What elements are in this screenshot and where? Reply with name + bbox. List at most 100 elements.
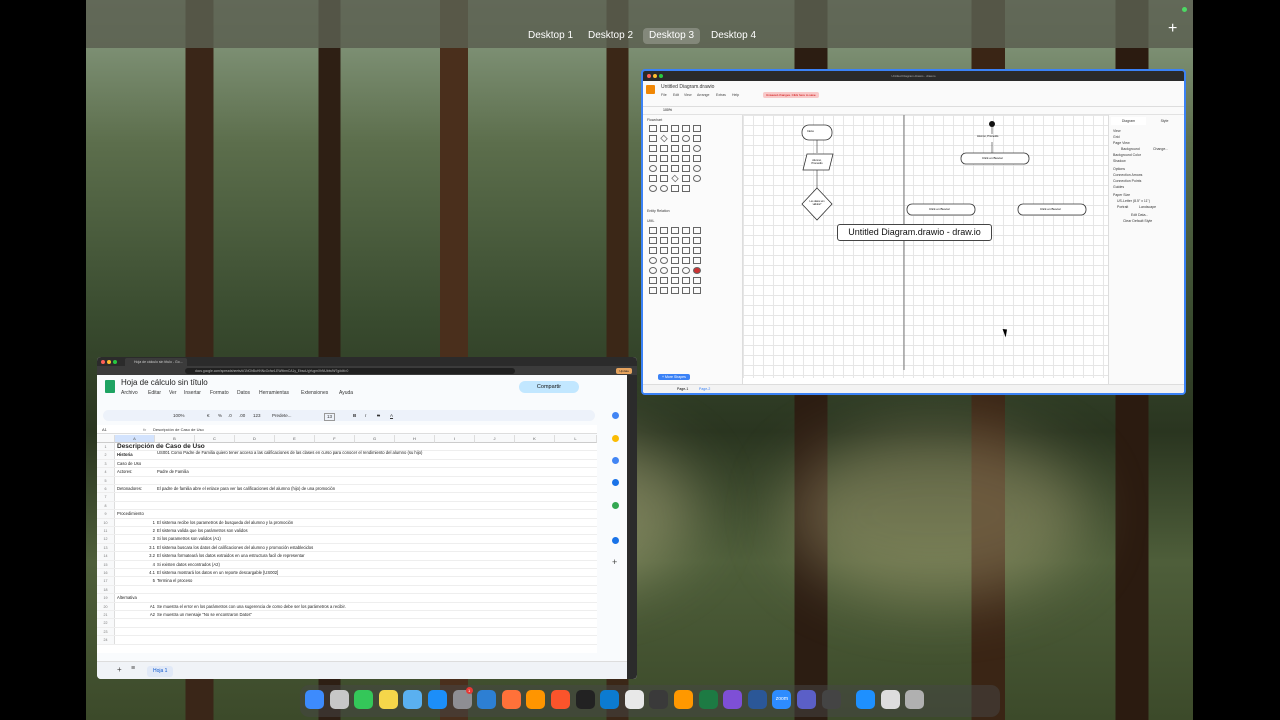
table-row[interactable]: 7 (97, 493, 597, 502)
shape[interactable] (649, 125, 657, 132)
close-icon[interactable] (647, 74, 651, 78)
zoom-select[interactable]: 100% (173, 410, 185, 421)
table-row[interactable]: 9 Procedimiento (97, 510, 597, 519)
shape[interactable] (660, 237, 668, 244)
keep-icon[interactable] (612, 435, 619, 442)
column-header[interactable]: L (555, 435, 597, 443)
shape[interactable] (671, 237, 679, 244)
tab-diagram[interactable]: Diagram (1111, 117, 1146, 125)
table-row[interactable]: 24 (97, 636, 597, 645)
shape[interactable] (649, 165, 657, 172)
row-number[interactable]: 7 (97, 493, 115, 501)
teams-icon[interactable] (797, 690, 816, 709)
shape[interactable] (649, 155, 657, 162)
add-space-button[interactable]: + (1168, 20, 1177, 38)
cell-b[interactable]: Si existen datos encontrados (A2) (157, 561, 220, 569)
paper-size-select[interactable]: US-Letter (8.5" x 11") (1117, 199, 1150, 203)
contacts-icon[interactable] (612, 479, 619, 486)
menu-arrange[interactable]: Arrange (697, 93, 709, 97)
row-number[interactable]: 8 (97, 501, 115, 510)
cell-a[interactable]: 4 (117, 561, 155, 569)
doc-title[interactable]: Untitled Diagram.drawio (661, 84, 714, 90)
zoom-icon[interactable]: zoom (772, 690, 792, 709)
table-row[interactable]: 2 Historia US001 Como Padre de Familia qui… (97, 450, 597, 460)
app-store-icon[interactable] (428, 690, 447, 709)
close-icon[interactable] (101, 359, 105, 364)
row-number[interactable]: 20 (97, 602, 115, 610)
maps-icon[interactable] (612, 502, 619, 509)
row-number[interactable]: 4 (97, 468, 115, 476)
strikethrough-button[interactable]: S (377, 410, 380, 421)
spreadsheet-grid[interactable]: A B C D E F G H I J K L 1 Descripción de … (97, 435, 597, 653)
option-page-view[interactable]: Page View (1113, 141, 1130, 145)
table-row[interactable]: 6 Detonadores: El padre de familia abre el… (97, 485, 597, 494)
shape[interactable] (660, 125, 668, 132)
folder-icon[interactable] (403, 690, 423, 709)
row-number[interactable]: 1 (97, 443, 115, 451)
shape[interactable] (693, 247, 701, 254)
shape[interactable] (660, 277, 668, 284)
cell-b[interactable]: Si los parametros son validos (A1) (157, 535, 221, 543)
space-desktop-3[interactable]: Desktop 3 (643, 28, 701, 44)
shape[interactable] (649, 287, 657, 294)
shape[interactable] (693, 165, 701, 172)
shape[interactable] (693, 237, 701, 244)
shape[interactable] (649, 247, 657, 254)
cell-a[interactable]: 3.1 (117, 544, 155, 552)
table-row[interactable]: 16 4.1 El sistema mostrará los datos en un… (97, 569, 597, 578)
column-header[interactable]: K (515, 435, 555, 443)
shape[interactable] (660, 267, 668, 274)
cell-a[interactable]: Actores: (117, 468, 155, 476)
cell-b[interactable]: US001 Como Padre de Familia quiero tener… (157, 450, 487, 455)
shape[interactable] (693, 227, 701, 234)
shape[interactable] (671, 165, 679, 172)
cell-b[interactable]: Se muestra el error en los parámetros co… (157, 603, 346, 611)
currency-button[interactable]: € (207, 410, 210, 421)
cell-b[interactable]: El sistema formateará los datos extraido… (157, 552, 305, 560)
column-header[interactable]: E (275, 435, 315, 443)
row-number[interactable]: 14 (97, 552, 115, 560)
menu-insertar[interactable]: Insertar (184, 390, 201, 396)
sublime-icon[interactable] (674, 690, 693, 709)
corner-cell[interactable] (97, 435, 115, 443)
font-select[interactable]: Predete... (272, 410, 292, 421)
row-number[interactable]: 18 (97, 585, 115, 594)
addon-icon[interactable] (612, 537, 619, 544)
shape[interactable] (649, 175, 657, 182)
notes-icon[interactable] (378, 690, 398, 709)
row-number[interactable]: 24 (97, 636, 115, 644)
shape[interactable] (682, 155, 690, 162)
terminal-icon[interactable] (575, 690, 595, 709)
drawio-window[interactable]: Untitled Diagram.drawio - draw.io Untitl… (641, 69, 1186, 395)
add-sheet-icon[interactable]: + (117, 665, 122, 674)
row-number[interactable]: 13 (97, 543, 115, 552)
menu-extensiones[interactable]: Extensiones (301, 390, 328, 396)
table-row[interactable]: 11 2 El sistema valida que los parámetros … (97, 527, 597, 536)
italic-button[interactable]: I (365, 410, 366, 421)
document-title[interactable]: Hoja de cálculo sin título (121, 378, 208, 387)
browser-tab[interactable]: Hoja de cálculo sin título - Go... (125, 358, 187, 366)
table-row[interactable]: 23 (97, 627, 597, 637)
column-header[interactable]: I (435, 435, 475, 443)
calendar-icon[interactable] (612, 412, 619, 419)
page-tab-2[interactable]: Page-2 (699, 385, 710, 393)
zoom-icon[interactable] (113, 359, 117, 364)
shape[interactable] (682, 267, 690, 274)
shape[interactable] (671, 257, 679, 264)
shape[interactable] (682, 287, 690, 294)
shape[interactable] (671, 277, 679, 284)
finder-icon[interactable] (305, 690, 324, 709)
table-row[interactable]: 3 Caso de Uso (97, 459, 597, 469)
shape[interactable] (682, 175, 690, 182)
menu-file[interactable]: File (661, 93, 667, 97)
files-icon[interactable] (856, 690, 876, 709)
edge-icon[interactable] (600, 690, 620, 709)
vscode-icon[interactable] (477, 690, 497, 709)
shape[interactable] (671, 174, 679, 183)
format-button[interactable]: 123 (253, 410, 261, 421)
shape[interactable] (682, 257, 690, 264)
shape[interactable] (693, 175, 701, 182)
orientation-landscape[interactable]: Landscape (1139, 205, 1156, 209)
shape[interactable] (660, 165, 668, 172)
sheets-window[interactable]: Hoja de cálculo sin título - Go... docs.… (97, 357, 637, 679)
